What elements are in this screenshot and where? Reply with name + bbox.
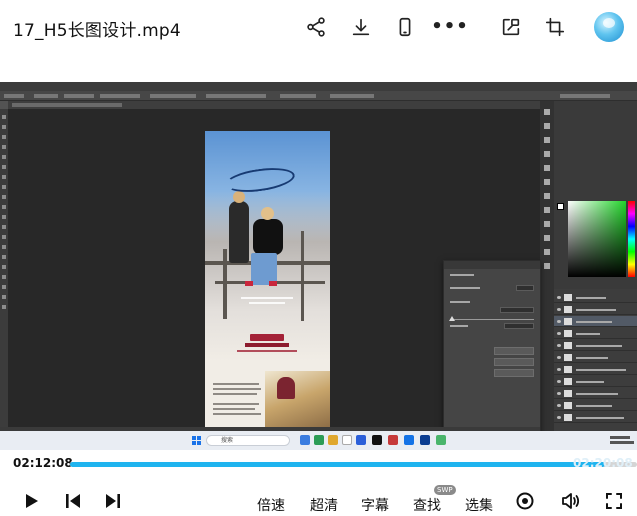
poster-text-line [241, 297, 293, 299]
poster-person [229, 191, 249, 263]
ps-toolbar [0, 109, 8, 429]
poster-body-line [213, 393, 257, 395]
video-frame[interactable]: 搜索 [0, 82, 637, 450]
progress-fill[interactable] [70, 462, 605, 467]
ps-layer-row [554, 316, 637, 327]
share-icon[interactable] [303, 14, 329, 40]
recorded-search-text: 搜索 [221, 437, 234, 444]
speed-button[interactable]: 倍速 [257, 495, 285, 515]
poster-chapter-heading [245, 343, 289, 347]
danmaku-icon[interactable] [514, 490, 536, 512]
video-title: 17_H5长图设计.mp4 [13, 21, 181, 41]
ps-layer-row [554, 412, 637, 423]
top-bar: 17_H5长图设计.mp4 ••• [0, 0, 637, 56]
poster-stair [223, 249, 227, 319]
phone-icon[interactable] [392, 14, 418, 40]
poster-photo [265, 371, 330, 427]
next-icon[interactable] [102, 490, 124, 512]
ps-layer-row [554, 364, 637, 375]
poster-text-line [249, 302, 285, 304]
volume-icon[interactable] [559, 490, 581, 512]
quality-button[interactable]: 超清 [310, 495, 338, 515]
poster-body-line [213, 413, 261, 415]
ps-layer-row [554, 388, 637, 399]
search-button[interactable]: 查找 [413, 495, 441, 515]
crop-icon[interactable] [542, 14, 568, 40]
ps-color-picker [568, 201, 626, 277]
download-icon[interactable] [348, 14, 374, 40]
progress-row: 02:12:08 02:20:08 [0, 452, 637, 476]
taskbar-app-icon [342, 435, 352, 445]
poster-person [253, 207, 283, 255]
poster-chapter-quote [237, 350, 297, 352]
poster-body-line [213, 408, 255, 410]
poster-chapter-badge [250, 334, 284, 341]
previous-icon[interactable] [62, 490, 84, 512]
player-controls: 倍速 超清 字幕 查找 SWP 选集 [0, 482, 637, 516]
poster-artwork [205, 131, 330, 427]
recorded-search-box: 搜索 [206, 435, 290, 446]
play-icon[interactable] [20, 490, 42, 512]
subtitle-button[interactable]: 字幕 [361, 495, 389, 515]
more-icon[interactable]: ••• [431, 14, 468, 40]
avatar[interactable] [594, 12, 624, 42]
taskbar-app-icon [420, 435, 430, 445]
ps-document-tabs [8, 101, 540, 109]
poster-body-line [213, 383, 259, 385]
taskbar-app-icon [372, 435, 382, 445]
ps-hue-strip [628, 201, 635, 277]
duration: 02:20:08 [573, 456, 633, 470]
current-time: 02:12:08 [13, 456, 73, 470]
ps-layer-row [554, 376, 637, 387]
episodes-button[interactable]: 选集 [465, 495, 493, 515]
taskbar-app-icon [404, 435, 414, 445]
taskbar-app-icon [314, 435, 324, 445]
recorded-taskbar: 搜索 [0, 431, 637, 450]
ps-menu-bar [0, 82, 637, 97]
poster-shoe [245, 281, 253, 286]
ps-layer-row [554, 340, 637, 351]
system-tray [610, 434, 634, 447]
ps-foreground-swatch [557, 203, 564, 210]
poster-stair [301, 231, 304, 321]
ps-layer-row [554, 292, 637, 303]
taskbar-app-icon [300, 435, 310, 445]
ps-properties-panel [443, 260, 541, 450]
poster-shoe [269, 281, 277, 286]
taskbar-app-icon [388, 435, 398, 445]
ps-layer-row [554, 328, 637, 339]
ps-layer-row [554, 352, 637, 363]
windows-logo-icon [192, 436, 201, 445]
ps-panel-icons [540, 101, 554, 432]
picture-in-picture-icon[interactable] [498, 14, 524, 40]
search-badge: SWP [434, 485, 456, 495]
taskbar-app-icon [356, 435, 366, 445]
poster-body-line [213, 388, 261, 390]
ps-layer-row [554, 304, 637, 315]
taskbar-app-icon [436, 435, 446, 445]
taskbar-app-icon [328, 435, 338, 445]
ps-options-bar [0, 91, 637, 101]
fullscreen-icon[interactable] [603, 490, 625, 512]
poster-body-line [213, 403, 259, 405]
ps-layer-row [554, 400, 637, 411]
